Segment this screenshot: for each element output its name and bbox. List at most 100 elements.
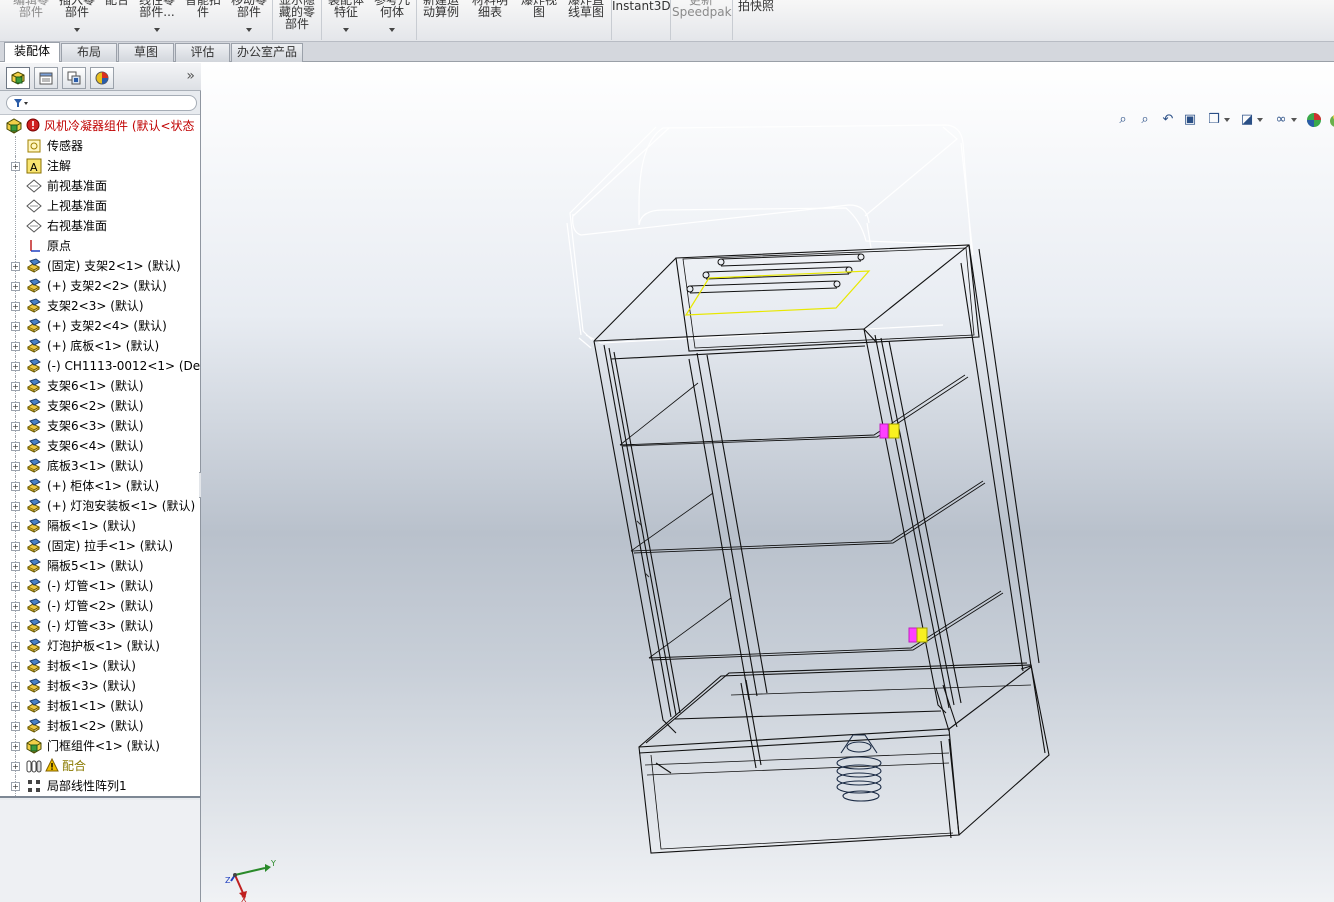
chevron-down-icon[interactable]	[154, 28, 160, 32]
expand-icon[interactable]: +	[11, 782, 20, 791]
tree-item[interactable]: 上视基准面	[0, 196, 200, 216]
tree-item[interactable]: + (+) 支架2<4> (默认)	[0, 316, 200, 336]
expand-icon[interactable]: +	[11, 402, 20, 411]
expand-icon[interactable]: +	[11, 742, 20, 751]
tree-item[interactable]: + 支架6<2> (默认)	[0, 396, 200, 416]
expand-icon[interactable]: +	[11, 522, 20, 531]
tree-item[interactable]: + 支架6<1> (默认)	[0, 376, 200, 396]
chevron-down-icon[interactable]	[74, 28, 80, 32]
filter-icon[interactable]	[13, 97, 29, 112]
zoom-to-area-icon[interactable]: ⌕	[1135, 111, 1155, 129]
expand-icon[interactable]: +	[11, 662, 20, 671]
previous-view-icon[interactable]: ↶	[1158, 111, 1178, 129]
display-manager-tab[interactable]	[90, 67, 114, 89]
tree-item[interactable]: + (+) 柜体<1> (默认)	[0, 476, 200, 496]
tree-item[interactable]: + (-) 灯管<1> (默认)	[0, 576, 200, 596]
expand-icon[interactable]: +	[11, 442, 20, 451]
instant3d-button[interactable]: Instant3D	[612, 0, 671, 12]
tree-item[interactable]: + 配合	[0, 756, 200, 776]
tree-item[interactable]: + 灯泡护板<1> (默认)	[0, 636, 200, 656]
assembly-features-button[interactable]: 装配体 特征	[324, 0, 368, 32]
collapse-panel-icon[interactable]: »	[186, 68, 195, 84]
insert-components-button[interactable]: 插入零 部件	[56, 0, 98, 32]
apply-scene-icon[interactable]	[1326, 111, 1334, 129]
wireframe-model[interactable]	[201, 63, 1334, 902]
expand-icon[interactable]: +	[11, 262, 20, 271]
linear-component-pattern-button[interactable]: 线性零 部件...	[134, 0, 180, 32]
tree-item[interactable]: + 门框组件<1> (默认)	[0, 736, 200, 756]
expand-icon[interactable]: +	[11, 322, 20, 331]
view-orientation-icon[interactable]: ❒	[1204, 111, 1230, 129]
expand-icon[interactable]: +	[11, 682, 20, 691]
tree-item[interactable]: + 封板<1> (默认)	[0, 656, 200, 676]
tab-office-products[interactable]: 办公室产品	[231, 43, 303, 62]
expand-icon[interactable]: +	[11, 342, 20, 351]
tree-item[interactable]: + 局部线性阵列1	[0, 776, 200, 796]
new-motion-study-button[interactable]: 新建运 动算例	[419, 0, 463, 18]
tree-item[interactable]: 传感器	[0, 136, 200, 156]
expand-icon[interactable]: +	[11, 502, 20, 511]
expand-icon[interactable]: +	[11, 462, 20, 471]
show-hidden-components-button[interactable]: 显示隐 藏的零 部件	[275, 0, 319, 30]
tree-item[interactable]: 原点	[0, 236, 200, 256]
expand-icon[interactable]: +	[11, 622, 20, 631]
reference-geometry-button[interactable]: 参考几 何体	[370, 0, 414, 32]
tree-item[interactable]: + (+) 灯泡安装板<1> (默认)	[0, 496, 200, 516]
mate-button[interactable]: 配合	[101, 0, 133, 6]
zoom-to-fit-icon[interactable]: ⌕	[1113, 111, 1133, 129]
tree-item[interactable]: + 封板1<2> (默认)	[0, 716, 200, 736]
tree-item[interactable]: + (-) 灯管<2> (默认)	[0, 596, 200, 616]
tab-evaluate[interactable]: 评估	[175, 43, 230, 62]
expand-icon[interactable]: +	[11, 162, 20, 171]
expand-icon[interactable]: +	[11, 362, 20, 371]
tree-item[interactable]: + A 注解	[0, 156, 200, 176]
expand-icon[interactable]: +	[11, 702, 20, 711]
hide-show-items-icon[interactable]: ∞	[1271, 111, 1297, 129]
tree-item[interactable]: + 底板3<1> (默认)	[0, 456, 200, 476]
tree-item[interactable]: + 封板1<1> (默认)	[0, 696, 200, 716]
expand-icon[interactable]: +	[11, 302, 20, 311]
chevron-down-icon[interactable]	[343, 28, 349, 32]
feature-manager-tab[interactable]	[6, 67, 30, 89]
configuration-manager-tab[interactable]	[62, 67, 86, 89]
bill-of-materials-button[interactable]: 材料明 细表	[467, 0, 513, 18]
expand-icon[interactable]: +	[11, 642, 20, 651]
tab-assembly[interactable]: 装配体	[4, 42, 60, 62]
expand-icon[interactable]: +	[11, 722, 20, 731]
tree-item[interactable]: + (+) 底板<1> (默认)	[0, 336, 200, 356]
tree-root-assembly[interactable]: 风机冷凝器组件 (默认<状态	[0, 116, 200, 136]
expand-icon[interactable]: +	[11, 602, 20, 611]
expand-icon[interactable]: +	[11, 282, 20, 291]
explode-line-sketch-button[interactable]: 爆炸直 线草图	[563, 0, 609, 18]
graphics-area[interactable]: ⌕ ⌕ ↶ ▣ ❒ ◪ ∞ ▤ Y Z X	[201, 63, 1334, 902]
chevron-down-icon[interactable]	[389, 28, 395, 32]
display-style-icon[interactable]: ◪	[1237, 111, 1263, 129]
expand-icon[interactable]: +	[11, 422, 20, 431]
property-manager-tab[interactable]	[34, 67, 58, 89]
expand-icon[interactable]: +	[11, 382, 20, 391]
expand-icon[interactable]: +	[11, 562, 20, 571]
expand-icon[interactable]: +	[11, 582, 20, 591]
chevron-down-icon[interactable]	[246, 28, 252, 32]
expand-icon[interactable]: +	[11, 762, 20, 771]
exploded-view-button[interactable]: 爆炸视 图	[516, 0, 562, 18]
tree-item[interactable]: + 支架6<4> (默认)	[0, 436, 200, 456]
expand-icon[interactable]: +	[11, 482, 20, 491]
smart-fasteners-button[interactable]: 智能扣 件	[181, 0, 225, 18]
tree-item[interactable]: + 支架2<3> (默认)	[0, 296, 200, 316]
tree-item[interactable]: + 隔板<1> (默认)	[0, 516, 200, 536]
tree-item[interactable]: 右视基准面	[0, 216, 200, 236]
tree-item[interactable]: + 支架6<3> (默认)	[0, 416, 200, 436]
feature-tree-filter[interactable]	[6, 95, 197, 111]
edit-appearance-icon[interactable]	[1304, 111, 1324, 129]
tree-item[interactable]: + (固定) 支架2<1> (默认)	[0, 256, 200, 276]
take-snapshot-button[interactable]: 拍快照	[734, 0, 778, 12]
tab-sketch[interactable]: 草图	[118, 43, 174, 62]
tree-item[interactable]: + 隔板5<1> (默认)	[0, 556, 200, 576]
tree-item[interactable]: + (-) 灯管<3> (默认)	[0, 616, 200, 636]
tree-item[interactable]: 前视基准面	[0, 176, 200, 196]
edit-component-button[interactable]: 编辑零 部件	[8, 0, 54, 18]
section-view-icon[interactable]: ▣	[1180, 111, 1200, 129]
tree-item[interactable]: + (固定) 拉手<1> (默认)	[0, 536, 200, 556]
tab-layout[interactable]: 布局	[61, 43, 117, 62]
